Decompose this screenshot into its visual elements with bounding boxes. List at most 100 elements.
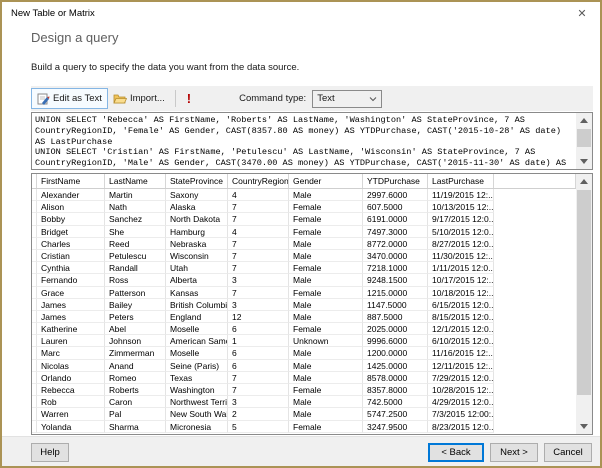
scrollbar-thumb[interactable]: [577, 129, 591, 147]
row-filler: [494, 201, 576, 213]
table-cell: 4: [228, 225, 289, 238]
query-editor-scrollbar[interactable]: [576, 113, 592, 169]
table-cell: Male: [289, 249, 363, 263]
table-row[interactable]: Orlando Romeo Texas 7 Male 8578.0000 7/29/2015…: [32, 371, 576, 384]
scroll-up-icon[interactable]: [576, 113, 592, 128]
table-cell: Martin: [105, 189, 166, 202]
run-query-exclamation-icon[interactable]: !: [187, 91, 191, 106]
table-cell: 607.5000: [363, 201, 428, 214]
table-row[interactable]: LaurenJohnsonAmerican Samoa1Unknown9996.…: [32, 335, 576, 348]
table-row[interactable]: Alexander Martin Saxony 4 Male 2997.6000 11/19…: [32, 189, 576, 202]
table-cell: 10/18/2015 12:...: [428, 286, 494, 299]
row-filler: [494, 213, 576, 225]
column-header-lastpurchase[interactable]: LastPurchase: [428, 174, 494, 188]
table-row[interactable]: Fernando Ross Alberta 3 Male 9248.1500 10/17/2…: [32, 274, 576, 287]
sql-line: UNION SELECT 'Cristian' AS FirstName, 'P…: [35, 147, 536, 158]
table-cell: Female: [289, 286, 363, 299]
table-row[interactable]: Rebecca Roberts Washington 7 Female 8357.8000…: [32, 384, 576, 397]
table-cell: Nicolas: [37, 359, 105, 372]
table-cell: 6/15/2015 12:0...: [428, 298, 494, 311]
table-cell: 1/11/2015 12:0...: [428, 262, 494, 275]
table-cell: 9996.6000: [363, 335, 428, 348]
table-cell: Marc: [37, 347, 105, 360]
cancel-button[interactable]: Cancel: [544, 443, 592, 462]
table-row[interactable]: Bridget She Hamburg 4 Female 7497.3000 5/10/20…: [32, 225, 576, 238]
table-cell: Charles: [37, 237, 105, 250]
scroll-up-icon[interactable]: [576, 174, 592, 189]
table-row[interactable]: Katherine Abel Moselle 6 Female 2025.0000 12/1…: [32, 323, 576, 336]
table-cell: 7: [228, 384, 289, 397]
table-cell: Unknown: [289, 335, 363, 348]
table-cell: Abel: [105, 323, 166, 336]
table-cell: James: [37, 310, 105, 324]
table-row[interactable]: Cristian Petulescu Wisconsin 7 Male 3470.0000…: [32, 249, 576, 263]
import-button[interactable]: Import...: [108, 88, 170, 109]
table-row[interactable]: Nicolas Anand Seine (Paris) 6 Male 1425.0000 1…: [32, 359, 576, 372]
table-row[interactable]: Bobby Sanchez North Dakota 7 Female 6191.0000…: [32, 213, 576, 226]
sql-line: CountryRegionID, 'Male' AS Gender, CAST(…: [35, 158, 567, 169]
edit-as-text-button[interactable]: Edit as Text: [31, 88, 108, 109]
scroll-down-icon[interactable]: [576, 419, 592, 434]
table-cell: 7: [228, 213, 289, 226]
column-header-firstname[interactable]: FirstName: [37, 174, 105, 188]
table-cell: Male: [289, 371, 363, 384]
table-cell: Female: [289, 420, 363, 433]
grid-rows: Alexander Martin Saxony 4 Male 2997.6000 11/19…: [32, 189, 576, 433]
window-title: New Table or Matrix: [11, 8, 95, 19]
column-header-ytdpurchase[interactable]: YTDPurchase: [363, 174, 428, 188]
table-cell: Micronesia: [166, 420, 228, 433]
table-cell: Roberts: [105, 384, 166, 397]
scroll-down-icon[interactable]: [576, 154, 592, 169]
table-cell: Cynthia: [37, 262, 105, 275]
table-cell: Female: [289, 323, 363, 336]
table-cell: 6191.0000: [363, 213, 428, 226]
table-cell: Female: [289, 384, 363, 397]
table-cell: Alberta: [166, 274, 228, 287]
table-cell: James: [37, 298, 105, 311]
table-cell: 3247.9500: [363, 420, 428, 433]
scrollbar-thumb[interactable]: [577, 190, 591, 395]
table-cell: Lauren: [37, 335, 105, 348]
table-cell: Yolanda: [37, 420, 105, 433]
row-filler: [494, 226, 576, 238]
table-cell: 11/16/2015 12:...: [428, 347, 494, 360]
table-cell: 2997.6000: [363, 189, 428, 202]
table-row[interactable]: Alison Nath Alaska 7 Female 607.5000 10/13/201…: [32, 201, 576, 214]
table-row[interactable]: Yolanda Sharma Micronesia 5 Female 3247.9500 8…: [32, 420, 576, 433]
back-button[interactable]: < Back: [428, 443, 484, 462]
table-cell: Pal: [105, 408, 166, 421]
table-cell: 7497.3000: [363, 225, 428, 238]
column-header-stateprovince[interactable]: StateProvince: [166, 174, 228, 188]
table-cell: Ross: [105, 274, 166, 287]
table-row[interactable]: Charles Reed Nebraska 7 Male 8772.0000 8/27/20…: [32, 237, 576, 250]
table-row[interactable]: Cynthia Randall Utah 7 Female 7218.1000 1/11/2…: [32, 262, 576, 275]
table-cell: Bailey: [105, 298, 166, 311]
table-cell: 8/23/2015 12:0...: [428, 420, 494, 433]
table-cell: Texas: [166, 371, 228, 384]
help-button[interactable]: Help: [31, 443, 69, 462]
command-type-dropdown[interactable]: Text: [312, 89, 383, 108]
table-cell: 6/10/2015 12:0...: [428, 335, 494, 348]
table-row[interactable]: Rob Caron Northwest Terri... 3 Male 742.5000 4…: [32, 396, 576, 409]
next-button[interactable]: Next >: [490, 443, 538, 462]
dialog-footer: Help < Back Next > Cancel: [2, 436, 600, 466]
table-cell: 1200.0000: [363, 347, 428, 360]
column-header-lastname[interactable]: LastName: [105, 174, 166, 188]
column-header-countryregionid[interactable]: CountryRegionID: [228, 174, 289, 188]
close-icon[interactable]: ✕: [574, 6, 590, 22]
table-cell: 742.5000: [363, 396, 428, 409]
table-cell: Fernando: [37, 274, 105, 287]
table-row[interactable]: Grace Patterson Kansas 7 Female 1215.0000 10/1…: [32, 286, 576, 299]
table-row[interactable]: James Peters England 12 Male 887.5000 8/15/201…: [32, 310, 576, 324]
table-cell: Johnson: [105, 335, 166, 348]
table-row[interactable]: James Bailey British Columbia 3 Male 1147.500…: [32, 298, 576, 311]
table-row[interactable]: WarrenPalNew South Wales2Male5747.25007/…: [32, 408, 576, 421]
query-text-editor[interactable]: UNION SELECT 'Rebecca' AS FirstName, 'Ro…: [31, 112, 593, 170]
table-cell: Male: [289, 189, 363, 202]
column-header-gender[interactable]: Gender: [289, 174, 363, 188]
table-cell: Caron: [105, 396, 166, 409]
table-cell: Anand: [105, 359, 166, 372]
table-row[interactable]: Marc Zimmerman Moselle 6 Male 1200.0000 11/16/…: [32, 347, 576, 360]
grid-scrollbar[interactable]: [576, 174, 592, 434]
table-cell: Zimmerman: [105, 347, 166, 360]
